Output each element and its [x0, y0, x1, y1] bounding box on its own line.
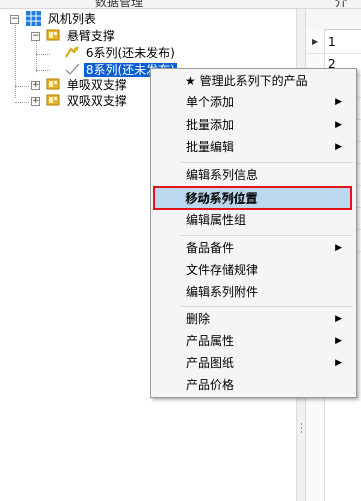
tree-node-root[interactable]: 风机列表 — [26, 11, 96, 28]
menu-item-label: 备品备件 — [186, 241, 235, 255]
expand-toggle[interactable]: + — [31, 97, 40, 106]
tree-line — [36, 70, 50, 71]
menu-item-product-drawings[interactable]: 产品图纸 ▶ — [153, 353, 354, 373]
grid-list-icon — [26, 11, 41, 26]
menu-item-spare-parts[interactable]: 备品备件 ▶ — [153, 238, 354, 258]
submenu-arrow-icon: ▶ — [335, 243, 342, 253]
expand-toggle[interactable]: + — [31, 81, 40, 90]
menu-item-single-add[interactable]: 单个添加 ▶ — [153, 92, 354, 112]
menu-item-label: 编辑属性组 — [186, 213, 247, 227]
menu-item-label: 文件存储规律 — [186, 263, 259, 277]
tree-node-series[interactable]: 6系列(还未发布) — [64, 45, 175, 62]
tree-node-label: 风机列表 — [47, 12, 96, 26]
tree-node-label: 双吸双支撑 — [66, 94, 127, 108]
table-row[interactable]: ▶ 1 — [306, 31, 361, 54]
folder-group-icon — [46, 78, 60, 90]
menu-item-label: 批量添加 — [186, 118, 235, 132]
tree-line — [15, 86, 29, 87]
submenu-arrow-icon: ▶ — [335, 314, 342, 324]
menu-item-label: 删除 — [186, 312, 211, 326]
menu-item-file-storage-rules[interactable]: 文件存储规律 — [153, 260, 354, 280]
splitter-grip-icon: · · · — [300, 420, 303, 438]
menu-item-label: 产品图纸 — [186, 356, 235, 370]
panel-header-right: 介 — [335, 0, 348, 9]
menu-item-batch-edit[interactable]: 批量编辑 ▶ — [153, 137, 354, 157]
panel-header-title: 数据管理 — [95, 0, 144, 9]
grid-header — [306, 9, 361, 30]
menu-item-product-price[interactable]: 产品价格 — [153, 375, 354, 395]
menu-item-label: ★ 管理此系列下的产品 — [185, 74, 308, 88]
submenu-arrow-icon: ▶ — [335, 97, 342, 107]
collapse-toggle[interactable]: − — [10, 15, 19, 24]
tree-line — [36, 40, 37, 72]
submenu-arrow-icon: ▶ — [335, 120, 342, 130]
tree-node-label: 悬臂支撑 — [66, 29, 115, 43]
folder-group-icon — [46, 29, 60, 41]
series-pending-icon — [65, 46, 79, 58]
panel-header: 数据管理 介 — [0, 0, 361, 9]
menu-item-edit-attribute-group[interactable]: 编辑属性组 — [153, 210, 354, 230]
menu-item-edit-series-attachments[interactable]: 编辑系列附件 — [153, 282, 354, 302]
tree-line — [36, 54, 50, 55]
menu-item-edit-series-info[interactable]: 编辑系列信息 — [153, 165, 354, 185]
checkmark-icon — [65, 63, 80, 76]
current-row-icon: ▶ — [312, 37, 319, 46]
menu-item-manage-products[interactable]: ★ 管理此系列下的产品 — [153, 71, 354, 91]
context-menu: ★ 管理此系列下的产品 单个添加 ▶ 批量添加 ▶ 批量编辑 ▶ 编辑系列信息 … — [150, 68, 357, 398]
submenu-arrow-icon: ▶ — [335, 142, 342, 152]
submenu-arrow-icon: ▶ — [335, 358, 342, 368]
submenu-arrow-icon: ▶ — [335, 336, 342, 346]
menu-item-batch-add[interactable]: 批量添加 ▶ — [153, 115, 354, 135]
menu-item-label: 编辑系列附件 — [186, 285, 259, 299]
tree-node-category[interactable]: 双吸双支撑 — [46, 93, 127, 110]
menu-item-label: 移动系列位置 — [186, 191, 259, 205]
tree-line — [15, 102, 29, 103]
collapse-toggle[interactable]: − — [31, 32, 40, 41]
menu-item-label: 单个添加 — [186, 95, 235, 109]
tree-node-category[interactable]: 单吸双支撑 — [46, 77, 127, 94]
menu-separator — [181, 235, 353, 236]
tree-node-category[interactable]: 悬臂支撑 — [46, 28, 115, 45]
menu-item-label: 产品价格 — [186, 378, 235, 392]
tree-node-label: 6系列(还未发布) — [85, 46, 175, 60]
menu-item-label: 编辑系列信息 — [186, 168, 259, 182]
menu-separator — [181, 162, 353, 163]
menu-item-product-attributes[interactable]: 产品属性 ▶ — [153, 331, 354, 351]
tree-node-label: 单吸双支撑 — [66, 78, 127, 92]
menu-item-label: 产品属性 — [186, 334, 235, 348]
menu-separator — [181, 306, 353, 307]
menu-item-label: 批量编辑 — [186, 140, 235, 154]
folder-group-icon — [46, 94, 60, 106]
menu-item-delete[interactable]: 删除 ▶ — [153, 309, 354, 329]
row-number: 1 — [328, 35, 336, 49]
